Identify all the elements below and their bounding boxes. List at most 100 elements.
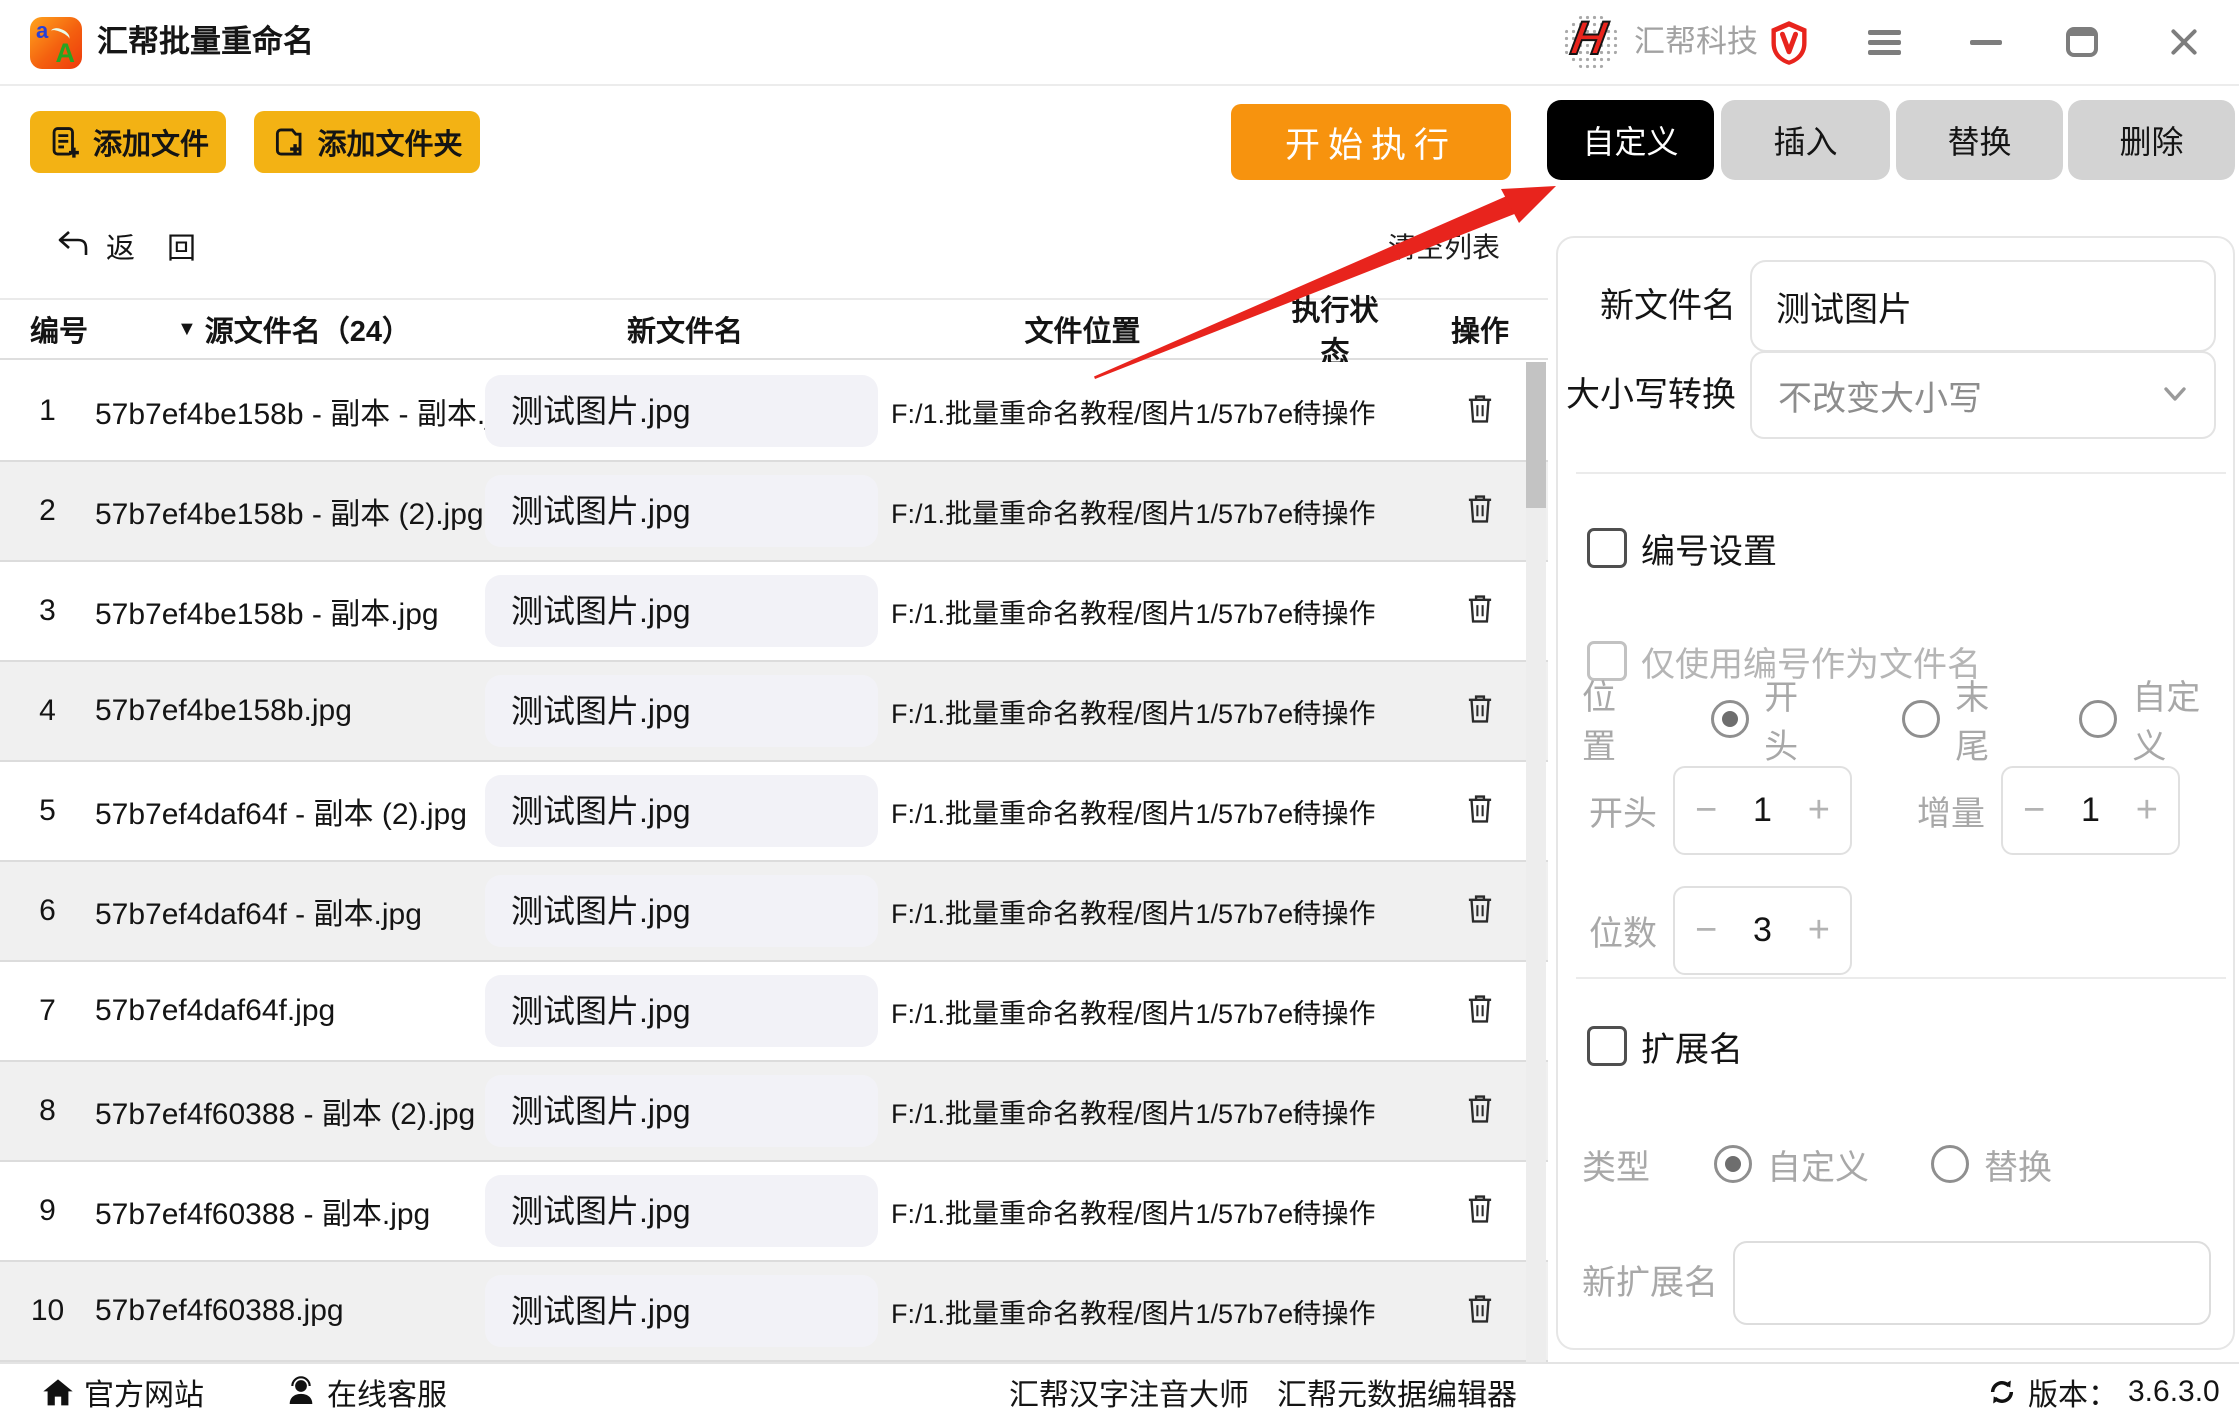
header-location: 文件位置 xyxy=(885,308,1280,350)
delete-row-button[interactable] xyxy=(1464,592,1496,626)
numbering-checkbox[interactable] xyxy=(1587,528,1627,568)
delete-row-button[interactable] xyxy=(1464,692,1496,726)
extension-checkbox[interactable] xyxy=(1587,1026,1627,1066)
position-custom-radio[interactable] xyxy=(2079,700,2117,738)
new-name-input[interactable]: 测试图片.jpg xyxy=(485,1275,878,1347)
delete-row-button[interactable] xyxy=(1464,992,1496,1026)
row-index: 9 xyxy=(0,1194,95,1228)
case-convert-select[interactable]: 不改变大小写 xyxy=(1750,351,2216,439)
plus-icon[interactable]: + xyxy=(1808,909,1830,952)
person-icon xyxy=(285,1376,317,1408)
position-start-radio[interactable] xyxy=(1711,700,1749,738)
table-scrollbar-track[interactable] xyxy=(1526,362,1546,1362)
start-execute-button[interactable]: 开始执行 xyxy=(1231,104,1511,180)
minus-icon[interactable]: − xyxy=(1695,789,1717,832)
row-index: 10 xyxy=(0,1294,95,1328)
header-source-sortable[interactable]: ▼ 源文件名（24） xyxy=(95,308,485,350)
new-name-input[interactable]: 测试图片.jpg xyxy=(485,475,878,547)
file-location: F:/1.批量重命名教程/图片1/57b7ef xyxy=(885,1292,1280,1331)
new-name-input[interactable]: 测试图片.jpg xyxy=(485,1175,878,1247)
metadata-editor-link[interactable]: 汇帮元数据编辑器 xyxy=(1277,1364,1517,1419)
trash-icon xyxy=(1464,1292,1496,1326)
menu-button[interactable] xyxy=(1856,0,1912,84)
delete-row-button[interactable] xyxy=(1464,1292,1496,1326)
official-website-link[interactable]: 官方网站 xyxy=(42,1364,204,1419)
status-text: 待操作 xyxy=(1280,1192,1390,1231)
plus-icon[interactable]: + xyxy=(2136,789,2158,832)
file-table: 1 57b7ef4be158b - 副本 - 副本.jpg 测试图片.jpg F… xyxy=(0,362,1548,1362)
trash-icon xyxy=(1464,992,1496,1026)
increment-value: 1 xyxy=(2081,791,2100,830)
digits-stepper: − 3 + xyxy=(1673,886,1852,975)
delete-row-button[interactable] xyxy=(1464,792,1496,826)
delete-row-button[interactable] xyxy=(1464,492,1496,526)
folder-plus-icon xyxy=(271,125,305,159)
status-text: 待操作 xyxy=(1280,1092,1390,1131)
add-files-label: 添加文件 xyxy=(93,121,209,163)
maximize-button[interactable] xyxy=(2054,0,2110,84)
trash-icon xyxy=(1464,692,1496,726)
new-name-input[interactable]: 测试图片.jpg xyxy=(485,775,878,847)
delete-row-button[interactable] xyxy=(1464,892,1496,926)
tab-delete[interactable]: 删除 xyxy=(2068,100,2235,180)
file-plus-icon xyxy=(47,125,81,159)
file-location: F:/1.批量重命名教程/图片1/57b7ef xyxy=(885,392,1280,431)
minus-icon[interactable]: − xyxy=(1695,909,1717,952)
position-start-label: 开头 xyxy=(1764,670,1831,768)
table-scrollbar-thumb[interactable] xyxy=(1526,362,1546,508)
table-row: 7 57b7ef4daf64f.jpg 测试图片.jpg F:/1.批量重命名教… xyxy=(0,962,1548,1062)
plus-icon[interactable]: + xyxy=(1808,789,1830,832)
close-button[interactable] xyxy=(2156,0,2212,84)
ext-type-label: 类型 xyxy=(1582,1140,1650,1189)
minus-icon[interactable]: − xyxy=(2023,789,2045,832)
status-text: 待操作 xyxy=(1280,1292,1390,1331)
source-filename: 57b7ef4be158b.jpg xyxy=(95,694,485,728)
pinyin-master-link[interactable]: 汇帮汉字注音大师 xyxy=(1009,1364,1249,1419)
delete-row-button[interactable] xyxy=(1464,1192,1496,1226)
tab-insert[interactable]: 插入 xyxy=(1721,100,1890,180)
ext-type-custom-radio[interactable] xyxy=(1714,1145,1752,1183)
table-row: 2 57b7ef4be158b - 副本 (2).jpg 测试图片.jpg F:… xyxy=(0,462,1548,562)
online-support-link[interactable]: 在线客服 xyxy=(285,1364,447,1419)
position-end-radio[interactable] xyxy=(1902,700,1940,738)
add-folder-button[interactable]: 添加文件夹 xyxy=(254,111,480,173)
settings-panel: 新文件名 大小写转换 不改变大小写 编号设置 仅使用编号作为文件名 位置 开头 … xyxy=(1556,236,2235,1350)
new-name-input[interactable]: 测试图片.jpg xyxy=(485,875,878,947)
brand-name: 汇帮科技 xyxy=(1634,0,1758,84)
start-number-value: 1 xyxy=(1753,791,1772,830)
digits-label: 位数 xyxy=(1589,906,1657,955)
delete-row-button[interactable] xyxy=(1464,392,1496,426)
version-value: 3.6.3.0 xyxy=(2128,1375,2220,1409)
trash-icon xyxy=(1464,1192,1496,1226)
new-extension-field[interactable] xyxy=(1733,1241,2211,1325)
source-filename: 57b7ef4be158b - 副本 - 副本.jpg xyxy=(95,389,485,433)
minimize-button[interactable] xyxy=(1958,0,2014,84)
source-filename: 57b7ef4be158b - 副本.jpg xyxy=(95,589,485,633)
add-files-button[interactable]: 添加文件 xyxy=(30,111,226,173)
back-arrow-icon xyxy=(52,226,92,266)
trash-icon xyxy=(1464,492,1496,526)
ext-type-replace-radio[interactable] xyxy=(1931,1145,1969,1183)
table-row: 9 57b7ef4f60388 - 副本.jpg 测试图片.jpg F:/1.批… xyxy=(0,1162,1548,1262)
increment-stepper: − 1 + xyxy=(2001,766,2180,855)
digits-row: 位数 − 3 + xyxy=(1589,886,1852,975)
trash-icon xyxy=(1464,592,1496,626)
tab-replace[interactable]: 替换 xyxy=(1896,100,2063,180)
new-name-input[interactable]: 测试图片.jpg xyxy=(485,575,878,647)
start-increment-row: 开头 − 1 + 增量 − 1 + xyxy=(1589,766,2180,855)
source-filename: 57b7ef4f60388 - 副本.jpg xyxy=(95,1189,485,1233)
title-bar: a A 汇帮批量重命名 H 汇帮科技 xyxy=(0,0,2239,86)
new-name-input[interactable]: 测试图片.jpg xyxy=(485,375,878,447)
new-name-input[interactable]: 测试图片.jpg xyxy=(485,1075,878,1147)
clear-list-button[interactable]: 清空列表 xyxy=(1388,226,1500,266)
window-title: 汇帮批量重命名 xyxy=(97,0,314,84)
back-button[interactable]: 返 回 xyxy=(52,225,208,267)
row-index: 8 xyxy=(0,1094,95,1128)
delete-row-button[interactable] xyxy=(1464,1092,1496,1126)
tab-custom[interactable]: 自定义 xyxy=(1547,100,1714,180)
new-name-input[interactable]: 测试图片.jpg xyxy=(485,675,878,747)
source-filename: 57b7ef4be158b - 副本 (2).jpg xyxy=(95,489,485,533)
new-filename-field[interactable] xyxy=(1750,260,2216,352)
source-filename: 57b7ef4f60388.jpg xyxy=(95,1294,485,1328)
new-name-input[interactable]: 测试图片.jpg xyxy=(485,975,878,1047)
